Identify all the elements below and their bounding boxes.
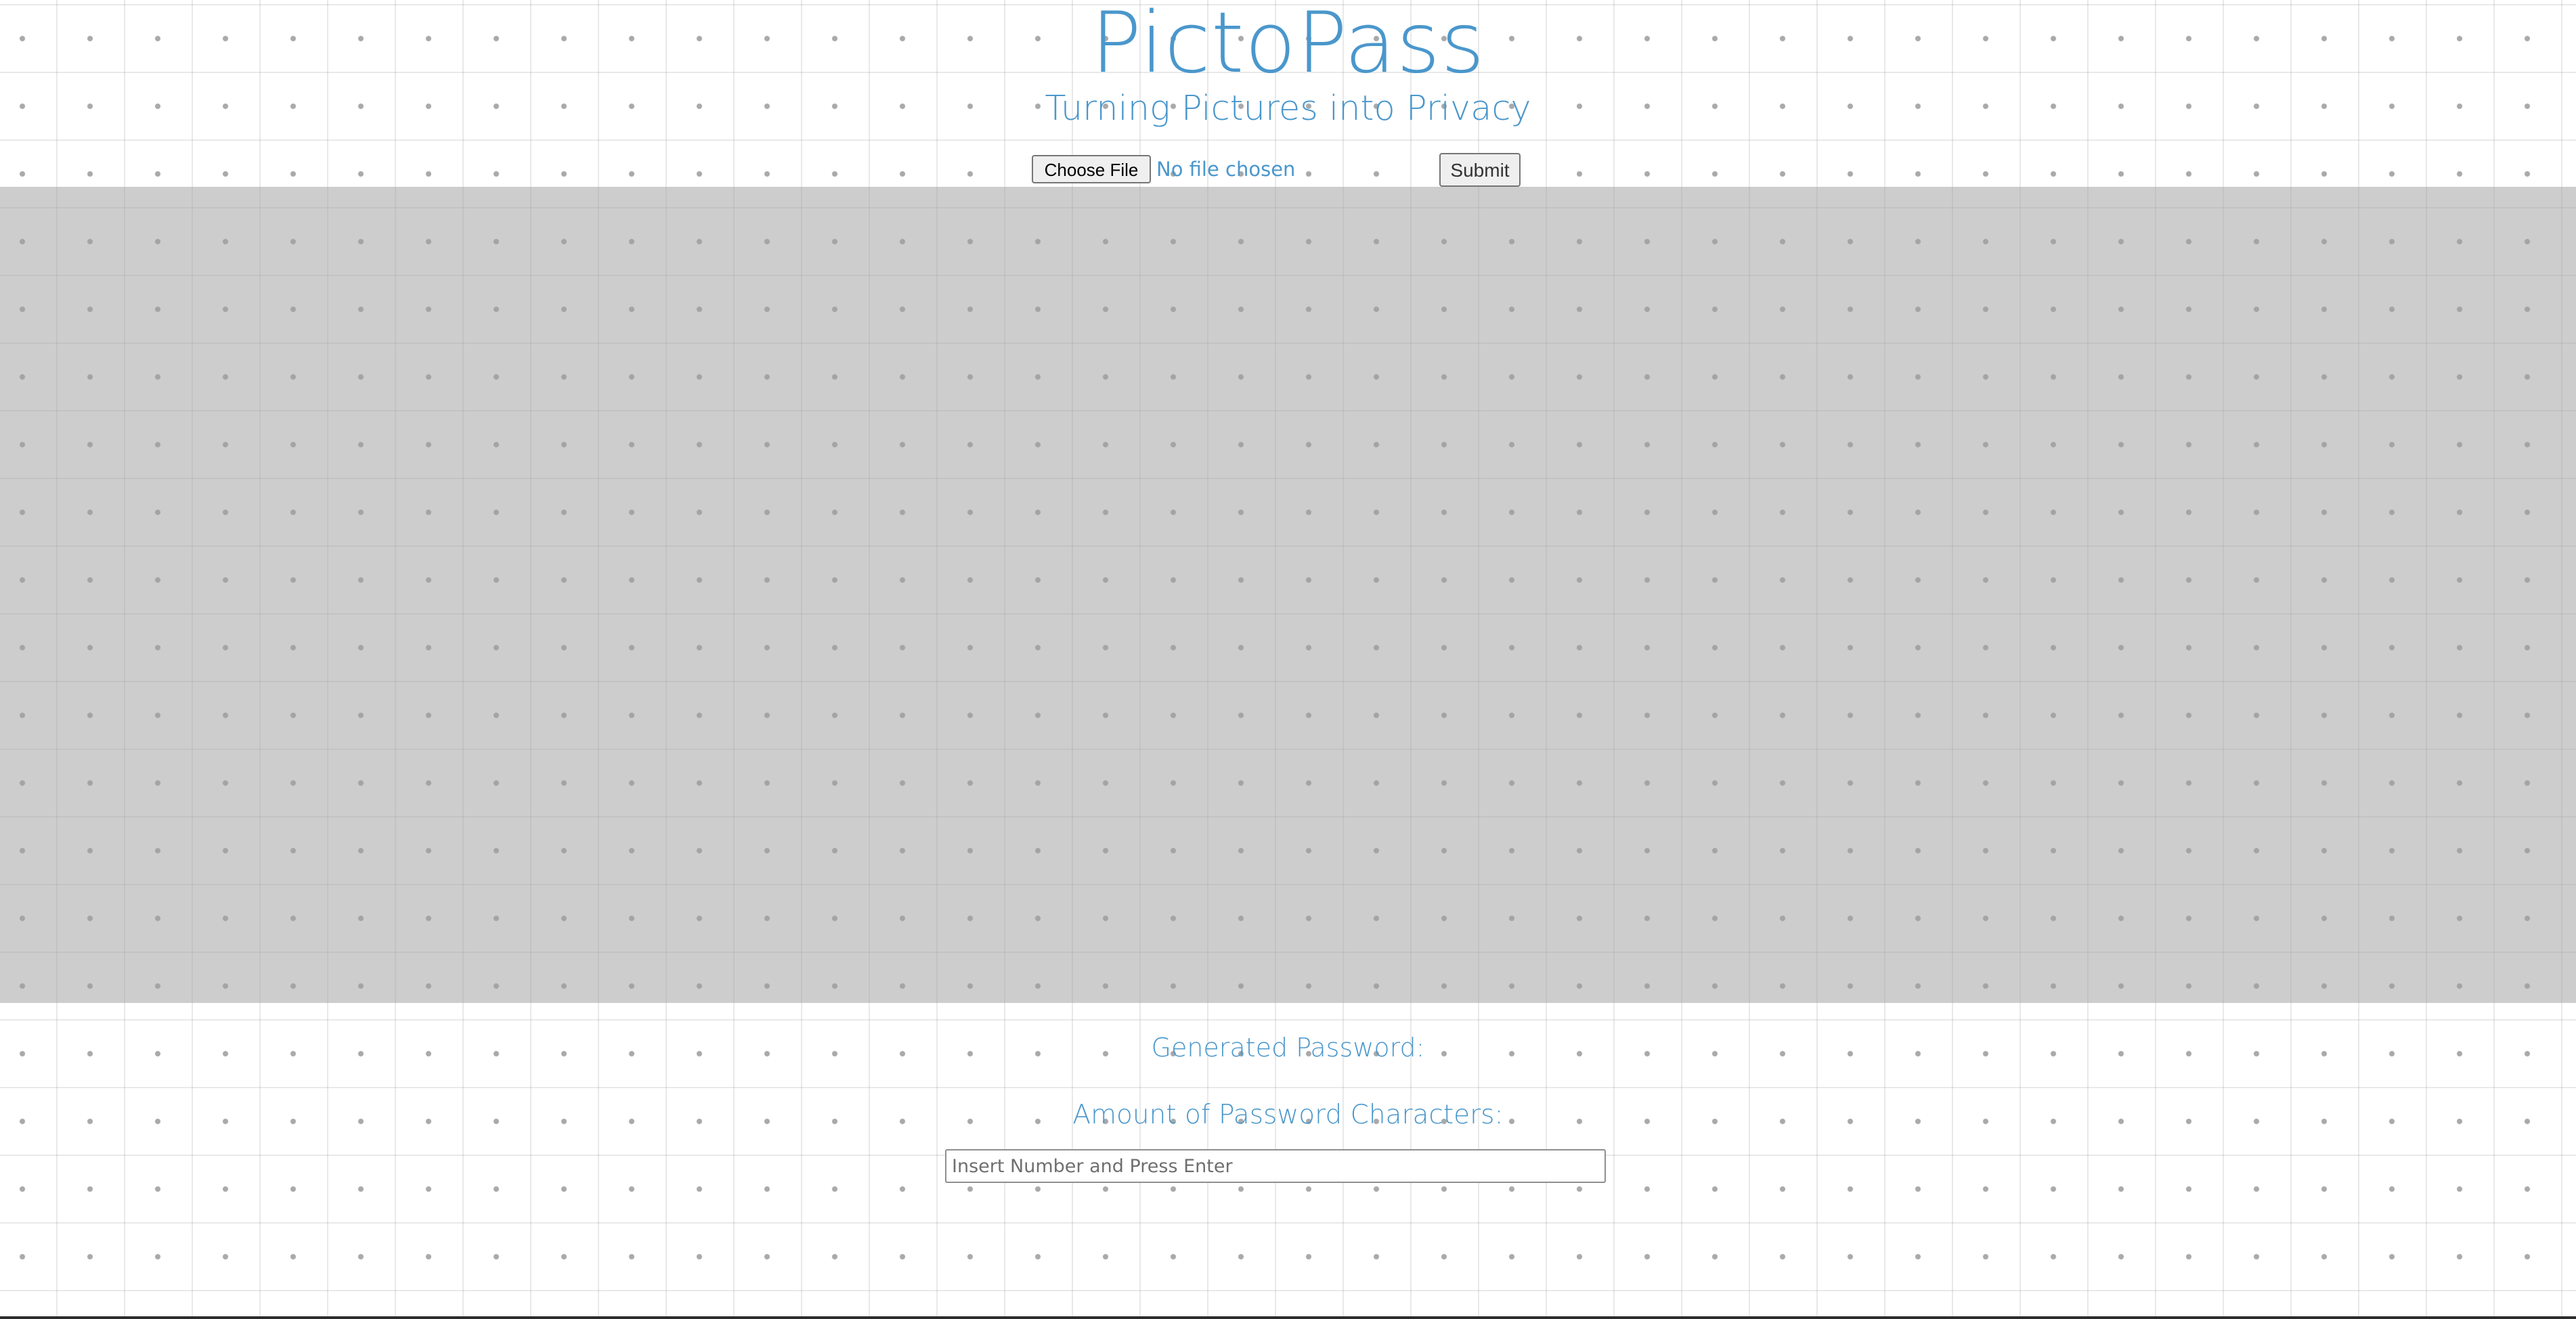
page: PictoPass Turning Pictures into Privacy … xyxy=(0,0,2576,1319)
file-status-text: No file chosen xyxy=(1156,158,1296,181)
submit-button[interactable]: Submit xyxy=(1439,153,1521,187)
password-length-input[interactable] xyxy=(945,1149,1606,1183)
image-preview-area xyxy=(0,187,2576,1003)
generated-password-label: Generated Password: xyxy=(1151,1033,1425,1063)
app-subtitle: Turning Pictures into Privacy xyxy=(1045,89,1531,129)
upload-form: Choose File No file chosen Submit xyxy=(1032,153,1521,187)
password-length-label: Amount of Password Characters: xyxy=(1072,1100,1504,1130)
app-title: PictoPass xyxy=(1091,0,1485,92)
choose-file-button[interactable]: Choose File xyxy=(1032,155,1151,183)
bottom-border xyxy=(0,1316,2576,1319)
